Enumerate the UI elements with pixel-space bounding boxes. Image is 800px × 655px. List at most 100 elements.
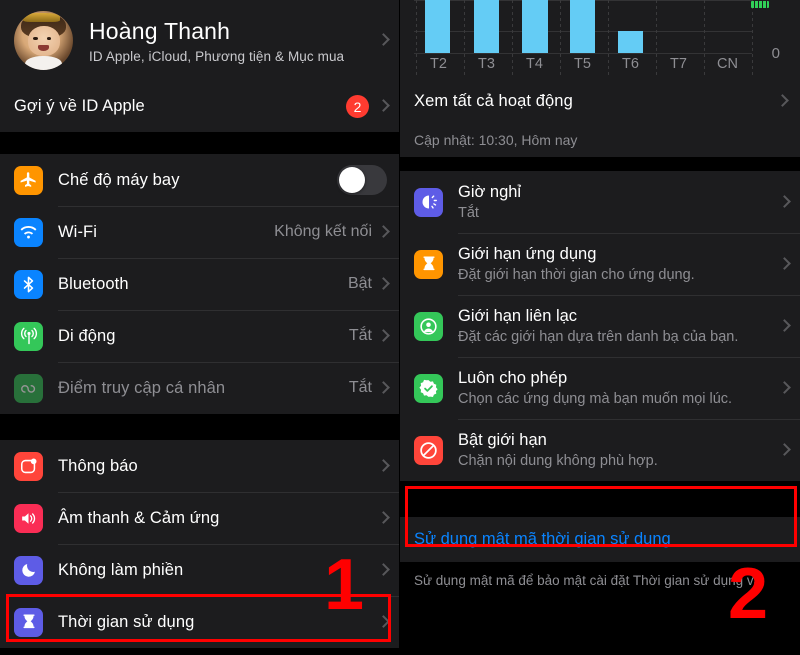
connectivity-section: Chế độ máy bay Wi-Fi Không kết nối Bluet…	[0, 154, 399, 414]
bluetooth-value: Bật	[347, 275, 372, 292]
hotspot-icon	[14, 373, 43, 403]
row-see-all-activity[interactable]: Xem tất cả hoạt động	[414, 78, 786, 125]
sounds-haptics-label: Âm thanh & Cảm ứng	[58, 508, 220, 527]
content-restrictions-block-icon	[414, 435, 443, 465]
chevron-right-icon	[379, 382, 387, 395]
chevron-right-icon	[379, 278, 387, 291]
cellular-icon	[14, 321, 43, 351]
row-airplane-mode[interactable]: Chế độ máy bay	[0, 154, 399, 206]
chevron-right-icon	[379, 100, 387, 113]
right-screentime-screen: 0 T2 T3 T4 T5 T6 T7 CN Xem tất cả hoạt đ…	[400, 0, 800, 655]
wifi-value: Không kết nối	[274, 223, 372, 240]
row-always-allowed[interactable]: Luôn cho phép Chọn các ứng dụng mà bạn m…	[400, 357, 800, 419]
chevron-right-icon	[780, 444, 788, 457]
dual-screenshot-container: Hoàng Thanh ID Apple, iCloud, Phương tiệ…	[0, 0, 800, 655]
app-limits-subtitle: Đặt giới hạn thời gian cho ứng dụng.	[458, 267, 695, 283]
annotation-number-1: 1	[324, 545, 365, 625]
chevron-right-icon	[780, 196, 788, 209]
chart-x-label-T5: T5	[574, 56, 591, 72]
profile-subtitle: ID Apple, iCloud, Phương tiện & Mục mua	[89, 48, 345, 64]
chevron-right-icon	[778, 95, 786, 108]
screentime-passcode-link[interactable]: Sử dụng mật mã thời gian sử dụng	[414, 530, 671, 548]
row-downtime[interactable]: Giờ nghỉ Tắt	[400, 171, 800, 233]
downtime-title: Giờ nghỉ	[458, 183, 522, 201]
cellular-value: Tắt	[348, 327, 372, 344]
section-gap	[0, 414, 399, 440]
bar-T4	[522, 0, 548, 53]
chart-x-label-T3: T3	[478, 56, 495, 72]
cellular-label: Di động	[58, 326, 116, 345]
bar-T2	[425, 0, 450, 53]
chevron-right-icon	[379, 564, 387, 577]
chevron-right-icon	[780, 258, 788, 271]
weekly-usage-bar-chart[interactable]: 0 T2 T3 T4 T5 T6 T7 CN	[414, 0, 786, 78]
row-wifi[interactable]: Wi-Fi Không kết nối	[0, 206, 399, 258]
chevron-right-icon	[780, 382, 788, 395]
see-all-activity-label: Xem tất cả hoạt động	[414, 92, 573, 110]
personal-hotspot-label: Điểm truy cập cá nhân	[58, 378, 226, 397]
row-personal-hotspot[interactable]: Điểm truy cập cá nhân Tắt	[0, 362, 399, 414]
chevron-right-icon	[379, 512, 387, 525]
chevron-right-icon	[379, 34, 387, 47]
row-cellular[interactable]: Di động Tắt	[0, 310, 399, 362]
communication-limits-subtitle: Đặt các giới hạn dựa trên danh bạ của bạ…	[458, 329, 739, 345]
row-sounds-haptics[interactable]: Âm thanh & Cảm ứng	[0, 492, 399, 544]
row-content-restrictions[interactable]: Bật giới hạn Chặn nội dung không phù hợp…	[400, 419, 800, 481]
moon-icon	[14, 555, 43, 585]
updated-timestamp: Cập nhật: 10:30, Hôm nay	[400, 125, 800, 157]
downtime-subtitle: Tắt	[458, 205, 479, 221]
section-gap	[400, 481, 800, 517]
screentime-options-section: Giờ nghỉ Tắt Giới hạn ứng dụng Đặt giới …	[400, 171, 800, 481]
airplane-mode-label: Chế độ máy bay	[58, 170, 180, 189]
chart-x-label-CN: CN	[717, 56, 738, 72]
section-gap	[0, 132, 399, 154]
communication-limits-title: Giới hạn liên lạc	[458, 307, 578, 325]
bar-T6	[618, 31, 643, 53]
airplane-mode-toggle[interactable]	[337, 165, 387, 195]
row-apple-id-suggestion[interactable]: Gợi ý về ID Apple 2	[0, 81, 399, 132]
chart-x-label-T7: T7	[670, 56, 687, 72]
bar-T3	[474, 0, 499, 53]
app-limits-title: Giới hạn ứng dụng	[458, 245, 597, 263]
left-settings-screen: Hoàng Thanh ID Apple, iCloud, Phương tiệ…	[0, 0, 400, 655]
apple-id-profile-row[interactable]: Hoàng Thanh ID Apple, iCloud, Phương tiệ…	[0, 0, 399, 81]
status-badge: 2	[346, 95, 369, 118]
notifications-icon	[14, 451, 43, 481]
app-limits-hourglass-icon	[414, 249, 443, 279]
chevron-right-icon	[379, 460, 387, 473]
communication-limits-person-icon	[414, 311, 443, 341]
wifi-label: Wi-Fi	[58, 222, 97, 241]
downtime-icon	[414, 187, 443, 217]
always-allowed-check-icon	[414, 373, 443, 403]
airplane-icon	[14, 165, 43, 195]
row-bluetooth[interactable]: Bluetooth Bật	[0, 258, 399, 310]
chart-x-label-T2: T2	[430, 56, 447, 72]
apple-id-suggestion-label: Gợi ý về ID Apple	[14, 97, 145, 115]
content-restrictions-subtitle: Chặn nội dung không phù hợp.	[458, 453, 658, 469]
chart-y-axis-zero-label: 0	[771, 45, 780, 62]
chart-x-label-T4: T4	[526, 56, 543, 72]
row-communication-limits[interactable]: Giới hạn liên lạc Đặt các giới hạn dựa t…	[400, 295, 800, 357]
chart-green-marker-icon	[751, 1, 769, 8]
profile-name: Hoàng Thanh	[89, 17, 231, 44]
chart-x-label-T6: T6	[622, 56, 639, 72]
sound-icon	[14, 503, 43, 533]
always-allowed-title: Luôn cho phép	[458, 369, 568, 387]
hourglass-icon	[14, 607, 43, 637]
chevron-right-icon	[379, 616, 387, 629]
row-app-limits[interactable]: Giới hạn ứng dụng Đặt giới hạn thời gian…	[400, 233, 800, 295]
user-avatar-photo[interactable]	[14, 11, 73, 70]
content-restrictions-title: Bật giới hạn	[458, 431, 547, 449]
bluetooth-icon	[14, 269, 43, 299]
chevron-right-icon	[780, 320, 788, 333]
wifi-icon	[14, 217, 43, 247]
row-notifications[interactable]: Thông báo	[0, 440, 399, 492]
chevron-right-icon	[379, 226, 387, 239]
annotation-number-2: 2	[728, 554, 769, 634]
usage-chart-section: 0 T2 T3 T4 T5 T6 T7 CN Xem tất cả hoạt đ…	[400, 0, 800, 125]
section-gap	[400, 157, 800, 171]
bar-T5	[570, 0, 595, 53]
notifications-label: Thông báo	[58, 456, 138, 475]
chevron-right-icon	[379, 330, 387, 343]
profile-section: Hoàng Thanh ID Apple, iCloud, Phương tiệ…	[0, 0, 399, 132]
